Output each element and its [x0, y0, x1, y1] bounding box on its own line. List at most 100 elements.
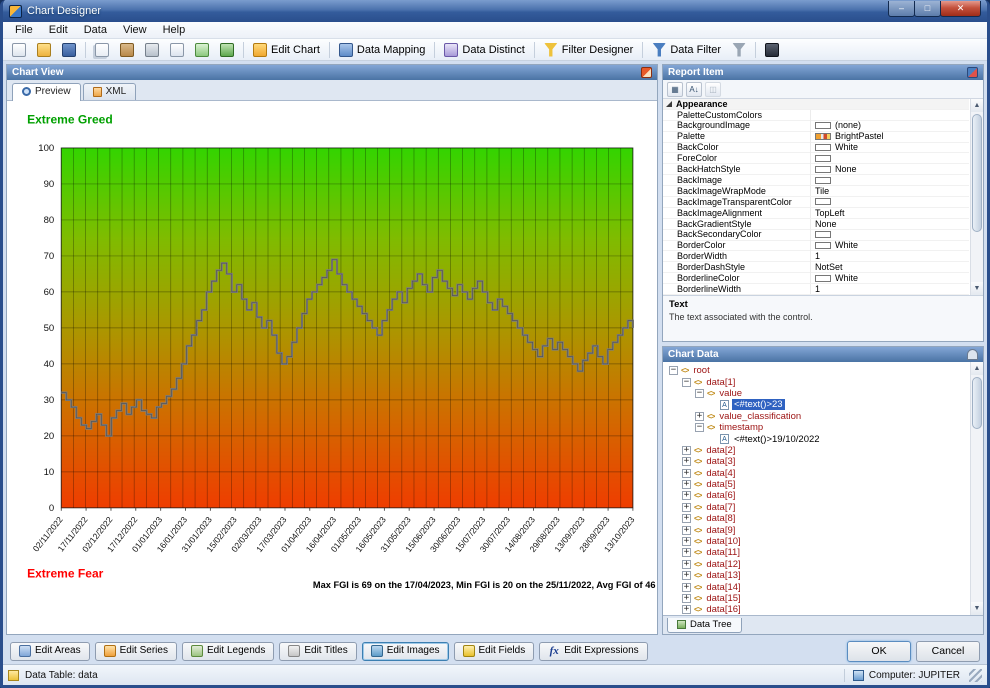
property-row[interactable]: PaletteBrightPastel — [663, 132, 969, 143]
tree-item[interactable]: +<>data[13] — [667, 570, 969, 581]
new-document-button[interactable] — [8, 42, 30, 58]
print-button[interactable] — [141, 42, 163, 58]
property-row[interactable]: BorderWidth1 — [663, 251, 969, 262]
scroll-thumb[interactable] — [972, 114, 982, 232]
property-row[interactable]: BorderDashStyleNotSet — [663, 262, 969, 273]
tree-item[interactable]: +<>data[16] — [667, 604, 969, 615]
tree-item[interactable]: A<#text()>19/10/2022 — [667, 433, 969, 444]
maximize-button[interactable]: □ — [914, 1, 941, 17]
data-mapping-button[interactable]: Data Mapping — [335, 42, 430, 58]
tree-item[interactable]: −<>data[1] — [667, 376, 969, 387]
expand-icon[interactable]: + — [682, 560, 691, 569]
pin-icon[interactable] — [967, 349, 978, 360]
property-row[interactable]: BackSecondaryColor — [663, 230, 969, 241]
property-row[interactable]: BorderColorWhite — [663, 241, 969, 252]
tree-item[interactable]: +<>data[5] — [667, 479, 969, 490]
expand-icon[interactable]: + — [682, 571, 691, 580]
export-button[interactable] — [216, 42, 238, 58]
edit-legends-button[interactable]: Edit Legends — [182, 642, 274, 661]
collapse-icon[interactable]: − — [695, 423, 704, 432]
edit-areas-button[interactable]: Edit Areas — [10, 642, 90, 661]
property-row[interactable]: BackImageWrapModeTile — [663, 186, 969, 197]
tree-item[interactable]: A<#text()>23 — [667, 399, 969, 410]
property-row[interactable]: BorderlineColorWhite — [663, 273, 969, 284]
title-bar[interactable]: Chart Designer – □ ✕ — [3, 0, 987, 22]
clear-filter-button[interactable] — [728, 42, 750, 58]
save-button[interactable] — [58, 42, 80, 58]
edit-images-button[interactable]: Edit Images — [362, 642, 449, 661]
edit-fields-button[interactable]: Edit Fields — [454, 642, 535, 661]
tab-preview[interactable]: Preview — [12, 83, 81, 101]
scroll-track[interactable] — [971, 375, 983, 602]
expand-icon[interactable]: + — [682, 446, 691, 455]
collapse-icon[interactable]: − — [669, 366, 678, 375]
resize-grip[interactable] — [969, 669, 982, 682]
tree-item[interactable]: +<>data[15] — [667, 593, 969, 604]
edit-titles-button[interactable]: Edit Titles — [279, 642, 356, 661]
data-table-button[interactable] — [191, 42, 213, 58]
tree-item[interactable]: +<>data[10] — [667, 536, 969, 547]
tree-item[interactable]: +<>data[6] — [667, 490, 969, 501]
property-row[interactable]: BackImage — [663, 175, 969, 186]
scroll-up-arrow[interactable]: ▲ — [971, 99, 983, 112]
alphabetical-sort-button[interactable]: A↓ — [686, 82, 702, 97]
expand-icon[interactable]: + — [682, 594, 691, 603]
tree-item[interactable]: +<>data[11] — [667, 547, 969, 558]
filter-designer-button[interactable]: Filter Designer — [540, 42, 638, 58]
expand-icon[interactable]: + — [682, 605, 691, 614]
collapse-icon[interactable]: − — [682, 378, 691, 387]
scroll-track[interactable] — [971, 112, 983, 282]
close-button[interactable]: ✕ — [940, 1, 981, 17]
copy-button[interactable] — [91, 42, 113, 58]
property-row[interactable]: BackgroundImage(none) — [663, 121, 969, 132]
categorized-view-button[interactable]: ▦ — [667, 82, 683, 97]
expand-icon[interactable]: + — [682, 491, 691, 500]
tree-item[interactable]: −<>root — [667, 365, 969, 376]
property-row[interactable]: BackImageTransparentColor — [663, 197, 969, 208]
collapse-icon[interactable]: − — [695, 389, 704, 398]
menu-item-help[interactable]: Help — [155, 23, 194, 37]
edit-chart-button[interactable]: Edit Chart — [249, 42, 324, 58]
data-distinct-button[interactable]: Data Distinct — [440, 42, 528, 58]
expand-icon[interactable]: + — [682, 526, 691, 535]
print-preview-button[interactable] — [166, 42, 188, 58]
property-row[interactable]: BackColorWhite — [663, 143, 969, 154]
property-row[interactable]: ForeColor — [663, 153, 969, 164]
ok-button[interactable]: OK — [847, 641, 911, 662]
tree-item[interactable]: −<>value — [667, 388, 969, 399]
minimize-button[interactable]: – — [888, 1, 915, 17]
expand-icon[interactable]: + — [682, 548, 691, 557]
menu-item-edit[interactable]: Edit — [41, 23, 76, 37]
tree-item[interactable]: +<>data[4] — [667, 468, 969, 479]
menu-item-file[interactable]: File — [7, 23, 41, 37]
tree-item[interactable]: +<>data[8] — [667, 513, 969, 524]
tree-item[interactable]: +<>data[14] — [667, 581, 969, 592]
menu-item-data[interactable]: Data — [76, 23, 115, 37]
open-button[interactable] — [33, 42, 55, 58]
property-row[interactable]: BackGradientStyleNone — [663, 219, 969, 230]
tree-item[interactable]: +<>value_classification — [667, 411, 969, 422]
expand-icon[interactable]: + — [682, 537, 691, 546]
edit-series-button[interactable]: Edit Series — [95, 642, 177, 661]
expand-icon[interactable]: + — [695, 412, 704, 421]
tree-item[interactable]: +<>data[7] — [667, 502, 969, 513]
expand-icon[interactable]: + — [682, 457, 691, 466]
data-filter-button[interactable]: Data Filter — [648, 42, 725, 58]
property-row[interactable]: BackHatchStyleNone — [663, 164, 969, 175]
property-row[interactable]: PaletteCustomColors — [663, 110, 969, 121]
tree-item[interactable]: +<>data[2] — [667, 445, 969, 456]
cancel-button[interactable]: Cancel — [916, 641, 980, 662]
property-row[interactable]: BackImageAlignmentTopLeft — [663, 208, 969, 219]
tree-item[interactable]: +<>data[3] — [667, 456, 969, 467]
tree-item[interactable]: −<>timestamp — [667, 422, 969, 433]
property-category-row[interactable]: Appearance — [663, 99, 969, 110]
paste-button[interactable] — [116, 42, 138, 58]
tab-xml[interactable]: XML — [83, 83, 137, 100]
tree-item[interactable]: +<>data[12] — [667, 559, 969, 570]
expand-icon[interactable]: + — [682, 514, 691, 523]
scroll-up-arrow[interactable]: ▲ — [971, 362, 983, 375]
tree-item[interactable]: +<>data[9] — [667, 524, 969, 535]
script-button[interactable] — [761, 42, 783, 58]
data-tree-tab[interactable]: Data Tree — [667, 618, 742, 633]
expand-icon[interactable]: + — [682, 503, 691, 512]
